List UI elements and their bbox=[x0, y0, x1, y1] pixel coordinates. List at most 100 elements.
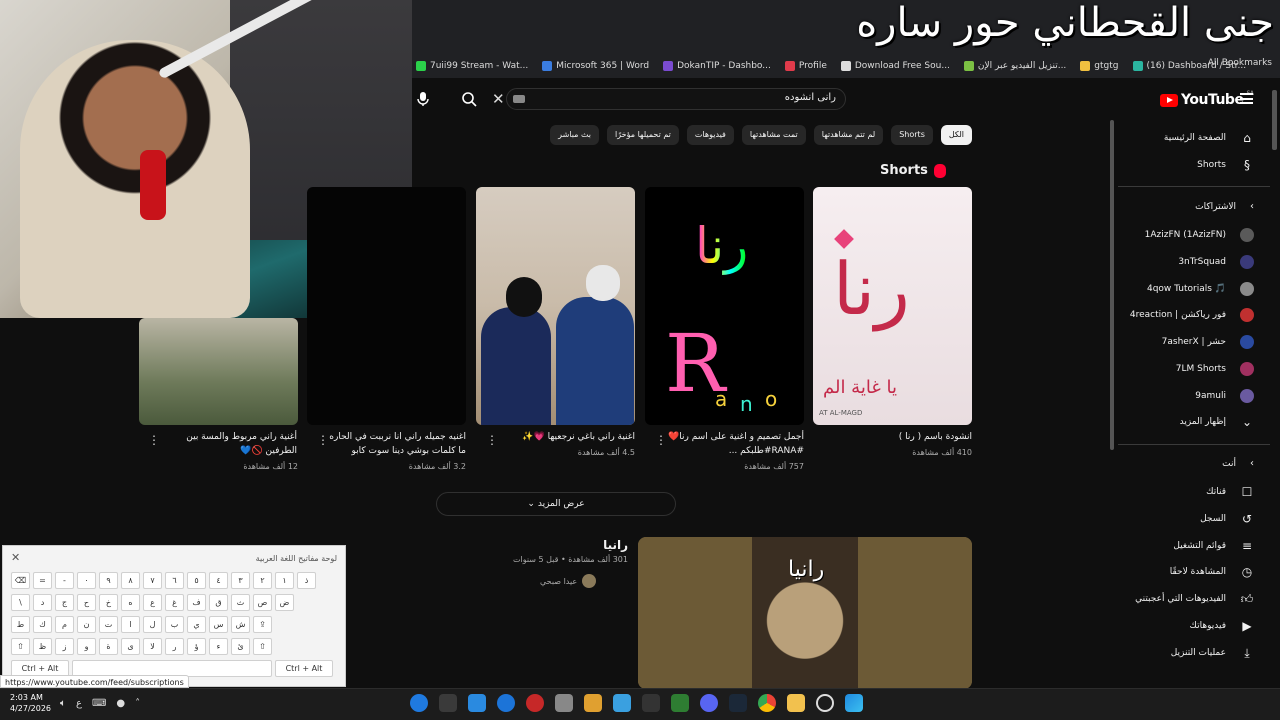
bookmark-item[interactable]: Download Free Sou... bbox=[840, 61, 950, 71]
keyboard-key[interactable]: ⇪ bbox=[253, 616, 272, 633]
sidebar-you-item[interactable]: قوائم التشغيل ≡ bbox=[1173, 539, 1254, 553]
close-icon[interactable]: ✕ bbox=[11, 551, 20, 564]
channel-name[interactable]: عيدا صبحي bbox=[540, 577, 577, 586]
discord-icon[interactable] bbox=[700, 694, 718, 712]
chrome-icon[interactable] bbox=[758, 694, 776, 712]
keyboard-key[interactable]: ى bbox=[121, 638, 140, 655]
keyboard-key[interactable]: ٩ bbox=[99, 572, 118, 589]
app-icon[interactable] bbox=[497, 694, 515, 712]
microphone-icon[interactable]: ● bbox=[116, 698, 125, 709]
keyboard-key[interactable]: ج bbox=[55, 594, 74, 611]
app-icon[interactable] bbox=[584, 694, 602, 712]
keyboard-key[interactable]: ه bbox=[121, 594, 140, 611]
short-thumb-2[interactable]: رنا R a n o bbox=[645, 187, 804, 425]
keyboard-key[interactable]: = bbox=[33, 572, 52, 589]
short-title-4[interactable]: اغنيه جميله راني انا نرببت في الحاره ما … bbox=[327, 430, 466, 458]
app-icon[interactable] bbox=[671, 694, 689, 712]
short-title-5[interactable]: أغنية راني مربوط والمسة بين الطرفين 🚫💙 bbox=[158, 430, 297, 458]
bookmark-item[interactable]: gtgtg bbox=[1080, 61, 1119, 71]
language-indicator[interactable]: ع bbox=[76, 698, 82, 709]
keyboard-key[interactable]: ي bbox=[187, 616, 206, 633]
folder-icon[interactable] bbox=[787, 694, 805, 712]
keyboard-key[interactable]: ف bbox=[187, 594, 206, 611]
app-icon[interactable] bbox=[642, 694, 660, 712]
search-icon[interactable] bbox=[816, 694, 834, 712]
keyboard-key[interactable]: \ bbox=[11, 594, 30, 611]
subscriptions-header[interactable]: الاشتراكات ‹ bbox=[1195, 201, 1254, 212]
more-options-icon[interactable]: ⋮ bbox=[317, 433, 329, 447]
sidebar-subscription[interactable]: 3nTrSquad bbox=[1178, 254, 1254, 269]
keyboard-key[interactable]: ت bbox=[99, 616, 118, 633]
keyboard-key[interactable]: ٠ bbox=[77, 572, 96, 589]
settings-icon[interactable] bbox=[555, 694, 573, 712]
sidebar-subscription[interactable]: 1AzizFN (1AzizFN) bbox=[1145, 228, 1254, 242]
keyboard-key[interactable]: ث bbox=[231, 594, 250, 611]
keyboard-key[interactable]: ٨ bbox=[121, 572, 140, 589]
clear-search-icon[interactable]: ✕ bbox=[492, 90, 505, 108]
keyboard-key[interactable]: ك bbox=[33, 616, 52, 633]
keyboard-key[interactable]: غ bbox=[165, 594, 184, 611]
short-thumb-5[interactable] bbox=[139, 318, 298, 425]
keyboard-key[interactable]: ا bbox=[121, 616, 140, 633]
app-icon[interactable] bbox=[410, 694, 428, 712]
windows-icon[interactable] bbox=[845, 694, 863, 712]
keyboard-key[interactable]: و bbox=[77, 638, 96, 655]
filter-chip[interactable]: الكل bbox=[940, 125, 972, 145]
filter-chip[interactable]: Shorts bbox=[891, 125, 933, 145]
video-channel[interactable]: عيدا صبحي bbox=[540, 574, 597, 588]
short-title-1[interactable]: انشودة باسم ( رنا ) bbox=[813, 430, 972, 444]
more-options-icon[interactable]: ⋮ bbox=[655, 433, 667, 447]
filter-chip[interactable]: تمت مشاهدتها bbox=[741, 125, 806, 145]
keyboard-key[interactable]: لا bbox=[143, 638, 162, 655]
keyboard-key[interactable]: ق bbox=[209, 594, 228, 611]
bookmark-item[interactable]: Microsoft 365 | Word bbox=[542, 61, 649, 71]
keyboard-key[interactable]: ؤ bbox=[187, 638, 206, 655]
short-thumb-1[interactable]: رنا يا غاية الم AT AL-MAGD bbox=[813, 187, 972, 425]
sidebar-subscription[interactable]: 4reaction | فور رياكشن bbox=[1130, 308, 1254, 323]
menu-icon[interactable] bbox=[1240, 93, 1253, 104]
keyboard-key[interactable]: خ bbox=[99, 594, 118, 611]
sidebar-item-home[interactable]: الصفحة الرئيسية ⌂ bbox=[1164, 131, 1254, 145]
chevron-up-icon[interactable]: ˄ bbox=[135, 698, 140, 709]
sidebar-subscription[interactable]: 7LM Shorts bbox=[1176, 362, 1254, 376]
more-options-icon[interactable]: ⋮ bbox=[148, 433, 160, 447]
sidebar-subscription[interactable]: 4qow Tutorials 🎵 bbox=[1147, 281, 1254, 296]
sidebar-you-item[interactable]: عمليات التنزيل ⤓ bbox=[1171, 646, 1254, 660]
video-thumbnail[interactable]: رانيا bbox=[638, 537, 972, 689]
keyboard-key[interactable]: ⇧ bbox=[11, 638, 30, 655]
sidebar-subscription[interactable]: 7asherX | حشر bbox=[1162, 335, 1254, 350]
keyboard-key[interactable]: ٤ bbox=[209, 572, 228, 589]
keyboard-key[interactable]: ذ bbox=[297, 572, 316, 589]
keyboard-key[interactable]: ط bbox=[11, 616, 30, 633]
keyboard-key[interactable]: - bbox=[55, 572, 74, 589]
bookmark-item[interactable]: 7uii99 Stream - Wat... bbox=[416, 61, 528, 71]
keyboard-key[interactable]: ٧ bbox=[143, 572, 162, 589]
you-header[interactable]: أنت ‹ bbox=[1222, 458, 1254, 469]
keyboard-key[interactable]: ٥ bbox=[187, 572, 206, 589]
keyboard-key[interactable]: س bbox=[209, 616, 228, 633]
steam-icon[interactable] bbox=[729, 694, 747, 712]
keyboard-key[interactable]: ء bbox=[209, 638, 228, 655]
sidebar-show-more[interactable]: إظهار المزيد ⌄ bbox=[1180, 415, 1254, 429]
filter-chip[interactable]: تم تحميلها مؤخرًا bbox=[607, 125, 679, 145]
filter-chip[interactable]: بث مباشر bbox=[550, 125, 600, 145]
keyboard-icon[interactable] bbox=[513, 95, 525, 103]
content-scrollbar[interactable] bbox=[1110, 120, 1114, 450]
keyboard-key[interactable]: ⌫ bbox=[11, 572, 30, 589]
keyboard-key[interactable]: ب bbox=[165, 616, 184, 633]
keyboard-key[interactable]: ة bbox=[99, 638, 118, 655]
channel-avatar[interactable] bbox=[582, 574, 597, 588]
keyboard-key[interactable]: ر bbox=[165, 638, 184, 655]
video-title[interactable]: رانيا bbox=[520, 538, 628, 552]
app-icon[interactable] bbox=[468, 694, 486, 712]
short-thumb-4[interactable] bbox=[307, 187, 466, 425]
keyboard-key[interactable]: ٦ bbox=[165, 572, 184, 589]
app-icon[interactable] bbox=[526, 694, 544, 712]
keyboard-key[interactable]: ز bbox=[55, 638, 74, 655]
keyboard-key[interactable]: ض bbox=[275, 594, 294, 611]
keyboard-key[interactable]: ظ bbox=[33, 638, 52, 655]
keyboard-key[interactable]: ١ bbox=[275, 572, 294, 589]
show-more-button[interactable]: ⌄ عرض المزيد bbox=[436, 492, 676, 516]
short-thumb-3[interactable] bbox=[476, 187, 635, 425]
keyboard-key[interactable]: ل bbox=[143, 616, 162, 633]
